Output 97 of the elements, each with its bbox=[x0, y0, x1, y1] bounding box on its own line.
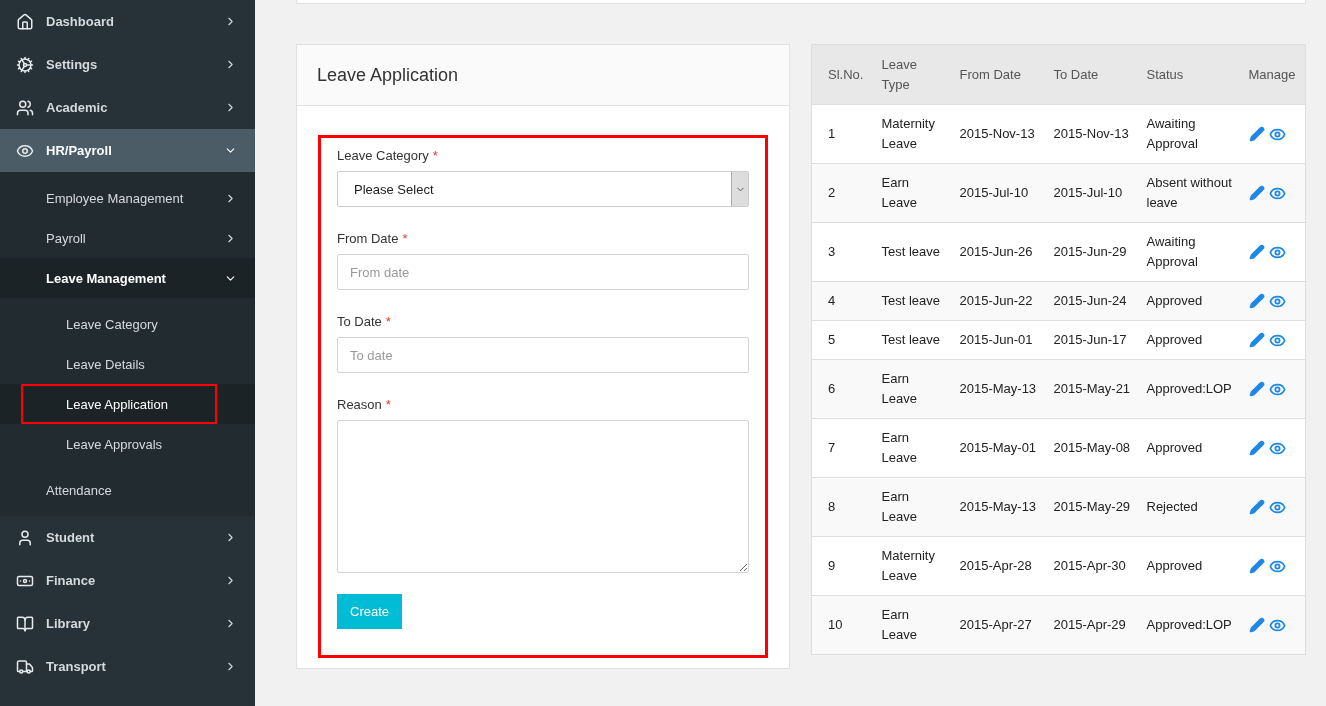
table-cell: 6 bbox=[811, 359, 874, 419]
column-header: From Date bbox=[951, 44, 1046, 105]
table-cell: Approved bbox=[1138, 320, 1241, 360]
table-cell: 2015-Jun-22 bbox=[951, 281, 1046, 321]
textarea-field[interactable] bbox=[337, 420, 749, 573]
table-cell: 3 bbox=[811, 222, 874, 282]
table-cell: 1 bbox=[811, 104, 874, 164]
table-cell: 2015-Apr-29 bbox=[1045, 595, 1139, 655]
sidebar-item[interactable]: HR/Payroll bbox=[0, 129, 255, 172]
table-cell: 10 bbox=[811, 595, 874, 655]
sidebar-item[interactable]: Academic bbox=[0, 86, 255, 129]
table-cell: 2015-Apr-27 bbox=[951, 595, 1046, 655]
table-cell: 2015-May-13 bbox=[951, 477, 1046, 537]
pencil-icon[interactable] bbox=[1248, 440, 1265, 456]
table-cell: 2015-Jun-17 bbox=[1045, 320, 1139, 360]
users-icon bbox=[16, 98, 34, 117]
sidebar-item[interactable]: Leave Details bbox=[0, 344, 255, 384]
table-cell: Rejected bbox=[1138, 477, 1241, 537]
book-icon bbox=[16, 614, 34, 633]
pencil-icon[interactable] bbox=[1248, 244, 1265, 260]
table-cell: Earn Leave bbox=[873, 163, 952, 223]
pencil-icon[interactable] bbox=[1248, 381, 1265, 397]
table-cell: 5 bbox=[811, 320, 874, 360]
sidebar-item[interactable]: Transport bbox=[0, 645, 255, 688]
table-cell: Earn Leave bbox=[873, 359, 952, 419]
column-header: To Date bbox=[1045, 44, 1139, 105]
table-cell: Approved:LOP bbox=[1138, 359, 1241, 419]
table-cell: 2015-Nov-13 bbox=[1045, 104, 1139, 164]
sidebar-item[interactable]: Library bbox=[0, 602, 255, 645]
sidebar-item[interactable]: Employee Management bbox=[0, 178, 255, 218]
table-cell: 2015-May-13 bbox=[951, 359, 1046, 419]
sidebar-item[interactable]: Leave Approvals bbox=[0, 424, 255, 464]
table-cell: Earn Leave bbox=[873, 477, 952, 537]
column-header: Status bbox=[1138, 44, 1241, 105]
field-label: To Date * bbox=[337, 314, 392, 329]
pencil-icon[interactable] bbox=[1248, 185, 1265, 201]
select-field[interactable]: Please Select bbox=[337, 171, 749, 207]
table-cell: 2015-Apr-30 bbox=[1045, 536, 1139, 596]
user-icon bbox=[16, 528, 34, 547]
table-cell: 2015-Jun-29 bbox=[1045, 222, 1139, 282]
table-cell: Maternity Leave bbox=[873, 104, 952, 164]
column-header: Manage bbox=[1240, 44, 1306, 105]
table-cell: Approved:LOP bbox=[1138, 595, 1241, 655]
table-cell: 2015-May-21 bbox=[1045, 359, 1139, 419]
pencil-icon[interactable] bbox=[1248, 558, 1265, 574]
pencil-icon[interactable] bbox=[1248, 617, 1265, 633]
table-cell: Absent without leave bbox=[1138, 163, 1241, 223]
sidebar-item[interactable]: Payroll bbox=[0, 218, 255, 258]
column-header: Sl.No. bbox=[811, 44, 874, 105]
table-cell: 9 bbox=[811, 536, 874, 596]
table-cell: Approved bbox=[1138, 536, 1241, 596]
table-cell: 2 bbox=[811, 163, 874, 223]
sidebar-item[interactable]: Leave Application bbox=[0, 384, 255, 424]
table-cell: Awaiting Approval bbox=[1138, 222, 1241, 282]
table-cell: Approved bbox=[1138, 418, 1241, 478]
sidebar-item[interactable]: Attendance bbox=[0, 470, 255, 510]
field-label: From Date * bbox=[337, 231, 409, 246]
table-cell: 2015-May-29 bbox=[1045, 477, 1139, 537]
pencil-icon[interactable] bbox=[1248, 499, 1265, 515]
input-field[interactable]: From date bbox=[337, 254, 749, 290]
sidebar-item[interactable]: Settings bbox=[0, 43, 255, 86]
table-cell: Earn Leave bbox=[873, 418, 952, 478]
sidebar-item[interactable]: Leave Management bbox=[0, 258, 255, 298]
pencil-icon[interactable] bbox=[1248, 293, 1265, 309]
table-cell: Test leave bbox=[873, 320, 952, 360]
table-cell: 2015-May-01 bbox=[951, 418, 1046, 478]
table-cell: 2015-Apr-28 bbox=[951, 536, 1046, 596]
table-cell: 2015-Jul-10 bbox=[1045, 163, 1139, 223]
table-cell: 2015-Jun-01 bbox=[951, 320, 1046, 360]
table-cell: Awaiting Approval bbox=[1138, 104, 1241, 164]
table-cell: Approved bbox=[1138, 281, 1241, 321]
table-cell: 8 bbox=[811, 477, 874, 537]
table-cell: 2015-Jun-24 bbox=[1045, 281, 1139, 321]
input-field[interactable]: To date bbox=[337, 337, 749, 373]
sidebar-item[interactable]: Leave Category bbox=[0, 304, 255, 344]
gear-icon bbox=[16, 55, 34, 74]
field-label: Leave Category * bbox=[337, 148, 439, 163]
card-title: Leave Application bbox=[317, 64, 459, 86]
table-cell: 7 bbox=[811, 418, 874, 478]
house-icon bbox=[16, 12, 34, 31]
sidebar-item[interactable]: Dashboard bbox=[0, 0, 255, 43]
sidebar-item[interactable]: Finance bbox=[0, 559, 255, 602]
table-cell: Earn Leave bbox=[873, 595, 952, 655]
column-header: Leave Type bbox=[873, 44, 952, 105]
table-cell: 2015-May-08 bbox=[1045, 418, 1139, 478]
table-cell: 2015-Jun-26 bbox=[951, 222, 1046, 282]
field-label: Reason * bbox=[337, 397, 392, 412]
table-cell: 4 bbox=[811, 281, 874, 321]
sidebar-item[interactable]: Student bbox=[0, 516, 255, 559]
table-cell: Test leave bbox=[873, 222, 952, 282]
table-cell: Test leave bbox=[873, 281, 952, 321]
truck-icon bbox=[16, 657, 34, 676]
table-cell: 2015-Nov-13 bbox=[951, 104, 1046, 164]
pencil-icon[interactable] bbox=[1248, 126, 1265, 142]
table-cell: 2015-Jul-10 bbox=[951, 163, 1046, 223]
pencil-icon[interactable] bbox=[1248, 332, 1265, 348]
table-cell: Maternity Leave bbox=[873, 536, 952, 596]
